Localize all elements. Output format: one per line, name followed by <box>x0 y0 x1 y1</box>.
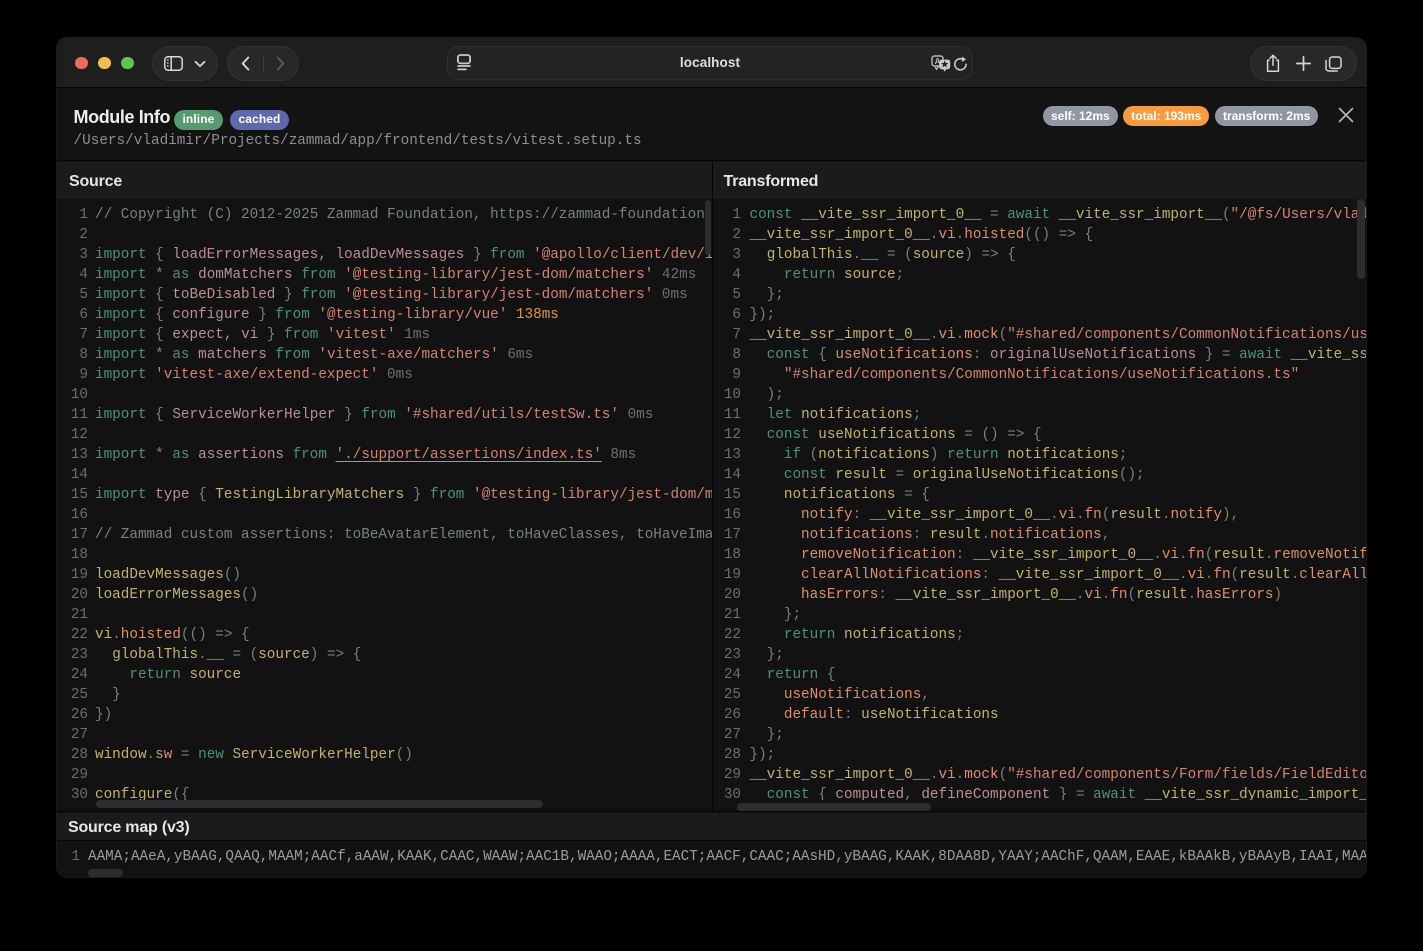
svg-text:★: ★ <box>940 59 949 69</box>
